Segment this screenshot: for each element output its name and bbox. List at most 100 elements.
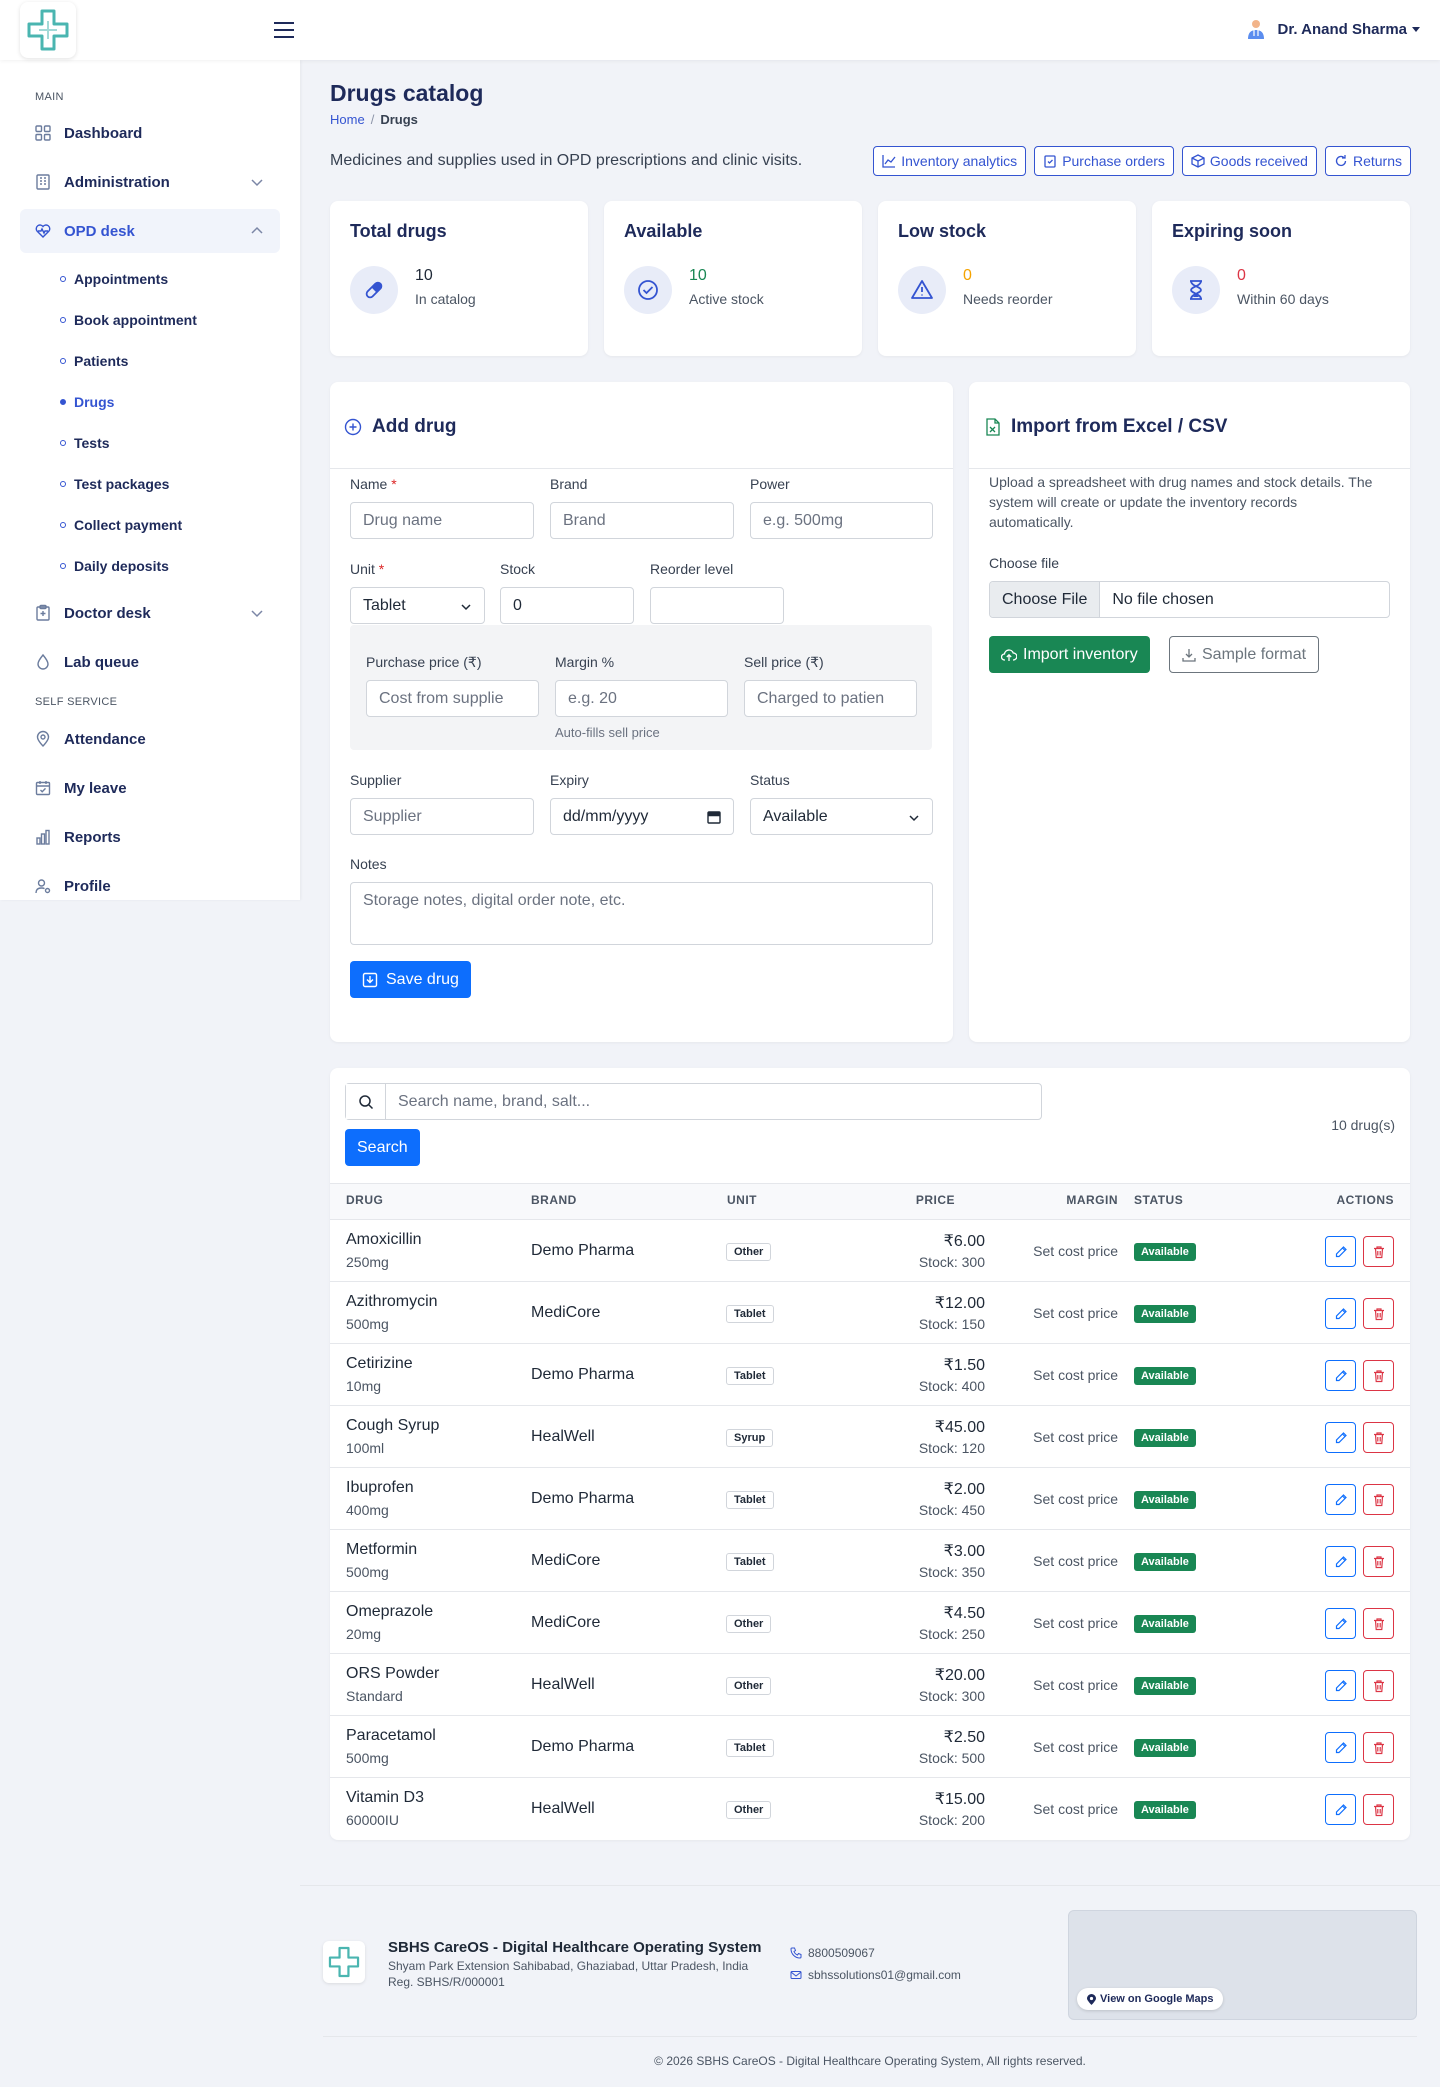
status-badge: Available — [1134, 1801, 1196, 1819]
calendar-icon[interactable] — [707, 810, 721, 824]
drug-name: ORS Powder — [346, 1665, 440, 1682]
stat-sub: Within 60 days — [1237, 291, 1329, 307]
status-badge: Available — [1134, 1367, 1196, 1385]
delete-button[interactable] — [1363, 1298, 1394, 1329]
footer-phone[interactable]: 8800509067 — [790, 1946, 875, 1960]
stock-input[interactable]: 0 — [500, 587, 634, 624]
sidebar-item-lab-queue[interactable]: Lab queue — [20, 640, 280, 684]
supplier-input[interactable]: Supplier — [350, 798, 534, 835]
drug-stock: Stock: 200 — [918, 1812, 985, 1828]
edit-button[interactable] — [1325, 1360, 1356, 1391]
sidebar-item-doctor-desk[interactable]: Doctor desk — [20, 591, 280, 635]
search-group: Search name, brand, salt... — [345, 1083, 1042, 1120]
edit-button[interactable] — [1325, 1732, 1356, 1763]
sidebar-item-attendance[interactable]: Attendance — [20, 717, 280, 761]
delete-button[interactable] — [1363, 1670, 1394, 1701]
add-drug-heading: Add drug — [344, 416, 456, 438]
sidebar: MAIN Dashboard Administration OPD desk A… — [0, 60, 300, 900]
import-inventory-button[interactable]: Import inventory — [989, 636, 1150, 673]
margin-input[interactable]: e.g. 20 — [555, 680, 728, 717]
inventory-analytics-button[interactable]: Inventory analytics — [873, 146, 1027, 176]
save-drug-button[interactable]: Save drug — [350, 961, 471, 998]
edit-button[interactable] — [1325, 1670, 1356, 1701]
sidebar-item-opd-desk[interactable]: OPD desk — [20, 209, 280, 253]
edit-button[interactable] — [1325, 1608, 1356, 1639]
user-menu[interactable]: Dr. Anand Sharma — [1246, 18, 1420, 40]
sidebar-item-label: Doctor desk — [64, 604, 151, 622]
sidebar-item-dashboard[interactable]: Dashboard — [20, 111, 280, 155]
notes-textarea[interactable]: Storage notes, digital order note, etc. — [350, 882, 933, 945]
unit-select[interactable]: Tablet — [350, 587, 485, 624]
user-name: Dr. Anand Sharma — [1277, 20, 1407, 38]
edit-button[interactable] — [1325, 1422, 1356, 1453]
expiry-date-input[interactable]: dd/mm/yyyy — [550, 798, 734, 835]
sidebar-subitem-collect-payment[interactable]: Collect payment — [60, 513, 182, 537]
search-button[interactable]: Search — [345, 1129, 420, 1166]
map-preview[interactable]: View on Google Maps — [1068, 1910, 1417, 2020]
drug-stock: Stock: 120 — [918, 1440, 985, 1456]
delete-button[interactable] — [1363, 1484, 1394, 1515]
sample-format-button[interactable]: Sample format — [1169, 636, 1320, 673]
sidebar-subitem-daily-deposits[interactable]: Daily deposits — [60, 554, 169, 578]
button-label: Sample format — [1202, 645, 1307, 663]
purchase-orders-button[interactable]: Purchase orders — [1034, 146, 1174, 176]
trash-icon — [1373, 1493, 1384, 1506]
delete-button[interactable] — [1363, 1236, 1394, 1267]
file-input[interactable]: Choose File No file chosen — [989, 581, 1390, 618]
reorder-level-label: Reorder level — [650, 561, 734, 577]
edit-button[interactable] — [1325, 1484, 1356, 1515]
edit-button[interactable] — [1325, 1298, 1356, 1329]
delete-button[interactable] — [1363, 1360, 1394, 1391]
sidebar-subitem-test-packages[interactable]: Test packages — [60, 472, 169, 496]
drug-brand: HealWell — [531, 1676, 595, 1693]
bullet-icon — [60, 481, 66, 487]
edit-button[interactable] — [1325, 1236, 1356, 1267]
drug-name-input[interactable]: Drug name — [350, 502, 534, 539]
sidebar-item-my-leave[interactable]: My leave — [20, 766, 280, 810]
power-input[interactable]: e.g. 500mg — [750, 502, 933, 539]
breadcrumb-home[interactable]: Home — [330, 112, 365, 127]
sidebar-item-reports[interactable]: Reports — [20, 815, 280, 859]
edit-button[interactable] — [1325, 1794, 1356, 1825]
delete-button[interactable] — [1363, 1546, 1394, 1577]
pencil-icon — [1335, 1493, 1347, 1505]
power-label: Power — [750, 476, 790, 492]
delete-button[interactable] — [1363, 1422, 1394, 1453]
bullet-icon — [60, 522, 66, 528]
returns-button[interactable]: Returns — [1324, 146, 1411, 176]
unit-badge: Other — [726, 1615, 772, 1633]
search-input[interactable]: Search name, brand, salt... — [386, 1084, 602, 1119]
button-label: Purchase orders — [1062, 153, 1165, 169]
drug-price: ₹1.50 — [943, 1357, 985, 1374]
drug-power: 500mg — [346, 1750, 389, 1766]
menu-toggle-icon[interactable] — [272, 18, 296, 42]
chevron-down-icon — [251, 610, 263, 618]
status-select[interactable]: Available — [750, 798, 933, 835]
delete-button[interactable] — [1363, 1794, 1394, 1825]
sidebar-subitem-drugs[interactable]: Drugs — [60, 390, 114, 414]
trash-icon — [1373, 1803, 1384, 1816]
sidebar-item-administration[interactable]: Administration — [20, 160, 280, 204]
sidebar-item-profile[interactable]: Profile — [20, 864, 280, 908]
clipboard-medical-icon — [36, 604, 50, 621]
purchase-price-input[interactable]: Cost from supplie — [366, 680, 539, 717]
sell-price-input[interactable]: Charged to patien — [744, 680, 917, 717]
goods-received-button[interactable]: Goods received — [1181, 146, 1317, 176]
date-placeholder: dd/mm/yyyy — [563, 807, 649, 825]
view-on-google-maps-button[interactable]: View on Google Maps — [1077, 1988, 1224, 2010]
sidebar-subitem-book-appointment[interactable]: Book appointment — [60, 308, 197, 332]
sidebar-subitem-patients[interactable]: Patients — [60, 349, 128, 373]
brand-input[interactable]: Brand — [550, 502, 734, 539]
delete-button[interactable] — [1363, 1732, 1394, 1763]
choose-file-button[interactable]: Choose File — [990, 582, 1101, 617]
breadcrumb-current: Drugs — [380, 112, 418, 127]
footer-email[interactable]: sbhssolutions01@gmail.com — [790, 1968, 961, 1982]
bullet-icon — [60, 276, 66, 282]
reorder-level-input[interactable] — [650, 587, 784, 624]
sidebar-subitem-tests[interactable]: Tests — [60, 431, 110, 455]
sidebar-subitem-appointments[interactable]: Appointments — [60, 267, 168, 291]
required-marker: * — [391, 476, 397, 492]
edit-button[interactable] — [1325, 1546, 1356, 1577]
delete-button[interactable] — [1363, 1608, 1394, 1639]
logo[interactable] — [20, 2, 76, 58]
